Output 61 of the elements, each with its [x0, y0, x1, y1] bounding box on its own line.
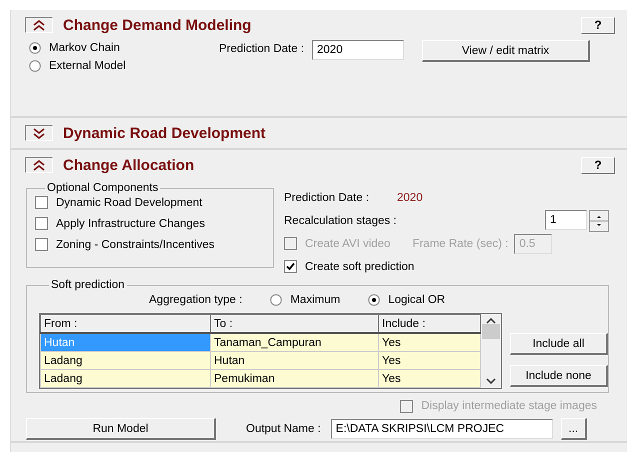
- double-chevron-up-icon: [33, 160, 45, 170]
- radio-button[interactable]: [29, 60, 41, 72]
- field-label: Prediction Date :: [219, 43, 304, 55]
- field-label: Frame Rate (sec) :: [412, 238, 508, 250]
- help-button[interactable]: ?: [581, 16, 615, 34]
- field-label: Prediction Date :: [284, 192, 370, 204]
- table-cell[interactable]: Hutan: [210, 352, 378, 370]
- include-button[interactable]: Include all: [510, 333, 608, 355]
- scroll-thumb[interactable]: [482, 324, 500, 339]
- checkbox-label: Zoning - Constraints/Incentives: [56, 238, 215, 250]
- help-button[interactable]: ?: [581, 156, 615, 174]
- double-chevron-down-icon: [33, 128, 45, 138]
- prediction-date-field[interactable]: 2020: [312, 40, 404, 60]
- collapse-toggle[interactable]: [25, 157, 53, 173]
- radio-label: External Model: [49, 60, 126, 72]
- include-button[interactable]: Include none: [510, 365, 608, 387]
- radio-button[interactable]: [368, 294, 380, 306]
- section-title: Change Allocation: [63, 156, 196, 174]
- checkbox-label: Apply Infrastructure Changes: [56, 218, 205, 230]
- table-cell[interactable]: Yes: [378, 352, 480, 370]
- checkbox[interactable]: [35, 196, 48, 209]
- checkbox-label: Dynamic Road Development: [56, 196, 202, 208]
- column-header[interactable]: To :: [210, 314, 378, 333]
- table-cell[interactable]: Pemukiman: [210, 370, 378, 388]
- browse-button[interactable]: ...: [560, 418, 587, 440]
- radio-label: Markov Chain: [49, 42, 120, 54]
- table-cell[interactable]: Ladang: [40, 370, 210, 388]
- field-label: Recalculation stages :: [284, 214, 397, 226]
- collapse-toggle[interactable]: [25, 17, 53, 33]
- field-label: Output Name :: [246, 423, 321, 435]
- output-name-field[interactable]: E:\DATA SKRIPSI\LCM PROJEC: [330, 419, 553, 439]
- double-chevron-up-icon: [33, 20, 45, 30]
- group-title: Soft prediction: [50, 279, 126, 291]
- radio-button[interactable]: [29, 42, 41, 54]
- column-header[interactable]: Include :: [378, 314, 480, 333]
- radio-button[interactable]: [270, 294, 282, 306]
- checkbox-label: Display intermediate stage images: [421, 400, 597, 412]
- checkbox[interactable]: [35, 238, 48, 251]
- table-cell[interactable]: Ladang: [40, 352, 210, 370]
- table-cell[interactable]: Yes: [378, 333, 480, 352]
- table-cell[interactable]: Tanaman_Campuran: [210, 333, 378, 352]
- scroll-up-icon[interactable]: [486, 318, 496, 324]
- stages-field[interactable]: 1: [545, 210, 587, 230]
- prediction-date-value: 2020: [397, 192, 423, 204]
- run-model-button[interactable]: Run Model: [26, 418, 216, 440]
- collapse-toggle[interactable]: [25, 125, 53, 141]
- group-title: Optional Components: [46, 182, 160, 194]
- scroll-down-icon[interactable]: [486, 378, 496, 384]
- field-label: Aggregation type :: [149, 294, 242, 306]
- checkbox-label: Create soft prediction: [305, 260, 414, 272]
- spinner-arrows-icon[interactable]: [589, 210, 609, 232]
- checkbox-label: Create AVI video: [305, 238, 390, 250]
- section-title: Change Demand Modeling: [63, 16, 252, 34]
- radio-label: Logical OR: [388, 294, 446, 306]
- table-cell[interactable]: Yes: [378, 370, 480, 388]
- radio-label: Maximum: [290, 294, 340, 306]
- view-matrix-button[interactable]: View / edit matrix: [422, 40, 590, 62]
- checkbox[interactable]: [35, 217, 48, 230]
- section-title: Dynamic Road Development: [63, 124, 267, 142]
- checkbox[interactable]: [284, 260, 297, 273]
- column-header[interactable]: From :: [40, 314, 210, 333]
